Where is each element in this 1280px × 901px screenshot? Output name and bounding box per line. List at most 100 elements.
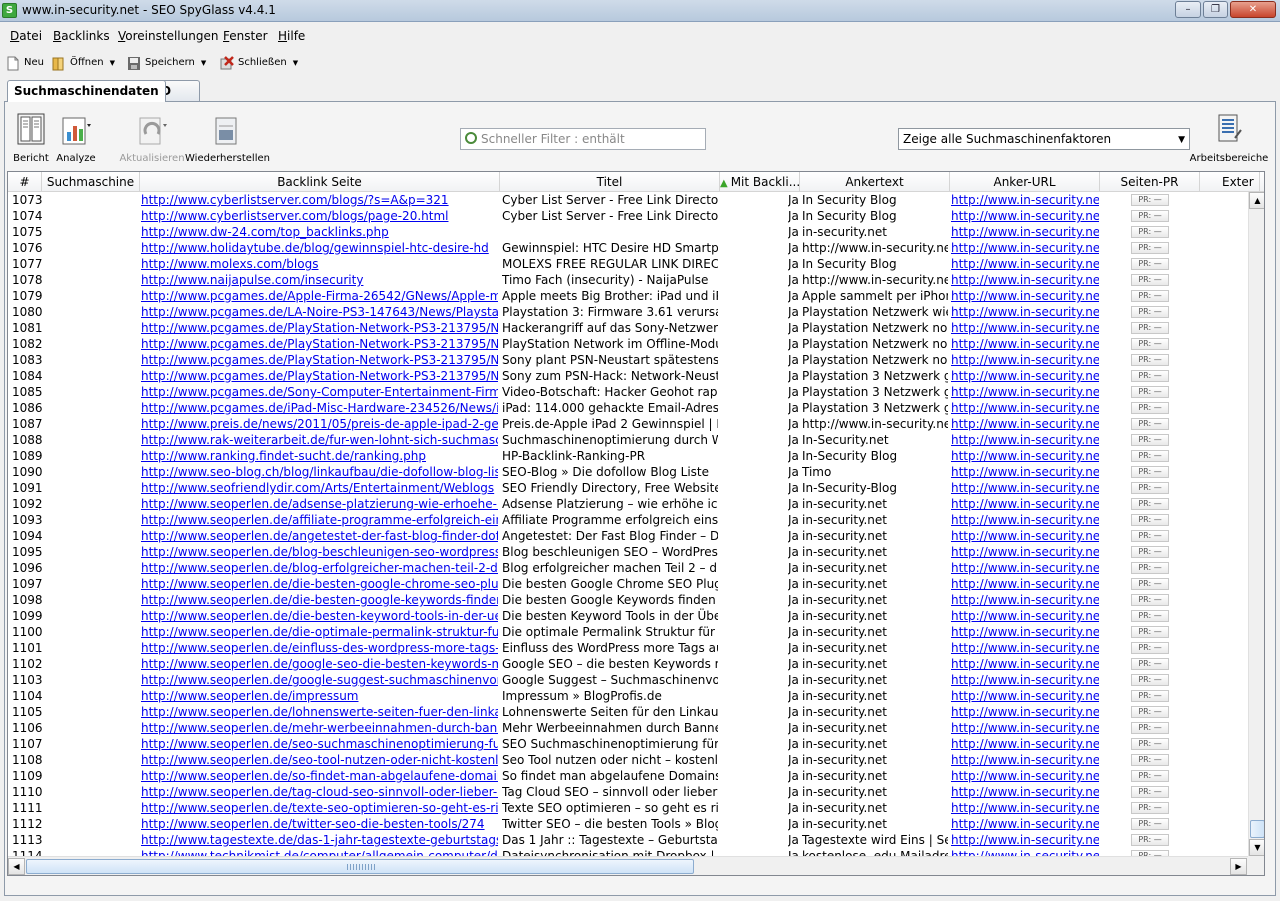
anchor-url-link[interactable]: http://www.in-security.ne... [951,240,1099,256]
scroll-left-icon[interactable]: ◀ [8,858,25,875]
table-row[interactable]: 1095 http://www.seoperlen.de/blog-beschle… [8,544,1248,560]
anchor-url-link[interactable]: http://www.in-security.ne... [951,368,1099,384]
table-row[interactable]: 1081 http://www.pcgames.de/PlayStation-Ne… [8,320,1248,336]
anchor-url-link[interactable]: http://www.in-security.net/ [951,624,1099,640]
backlink-page-link[interactable]: http://www.pcgames.de/iPad-Misc-Hardware… [141,400,498,416]
tab-suchmaschinendaten[interactable]: Suchmaschinendaten [7,80,166,102]
backlink-page-link[interactable]: http://www.molexs.com/blogs [141,256,498,272]
table-row[interactable]: 1093 http://www.seoperlen.de/affiliate-pr… [8,512,1248,528]
anchor-url-link[interactable]: http://www.in-security.ne... [951,336,1099,352]
anchor-url-link[interactable]: http://www.in-security.net/ [951,256,1099,272]
backlink-page-link[interactable]: http://www.dw-24.com/top_backlinks.php [141,224,498,240]
anchor-url-link[interactable]: http://www.in-security.net/ [951,464,1099,480]
anchor-url-link[interactable]: http://www.in-security.net/ [951,704,1099,720]
anchor-url-link[interactable]: http://www.in-security.net/ [951,640,1099,656]
backlink-page-link[interactable]: http://www.seoperlen.de/seo-tool-nutzen-… [141,752,498,768]
backlink-page-link[interactable]: http://www.seoperlen.de/google-suggest-s… [141,672,498,688]
backlink-page-link[interactable]: http://www.seoperlen.de/seo-suchmaschine… [141,736,498,752]
table-row[interactable]: 1090 http://www.seo-blog.ch/blog/linkaufb… [8,464,1248,480]
anchor-url-link[interactable]: http://www.in-security.ne... [951,832,1099,848]
anchor-url-link[interactable]: http://www.in-security.net/ [951,656,1099,672]
table-row[interactable]: 1078 http://www.naijapulse.com/insecurity… [8,272,1248,288]
menu-backlinks[interactable]: Backlinks [53,29,110,43]
col-header-page-pr[interactable]: Seiten-PR [1100,172,1200,192]
table-row[interactable]: 1082 http://www.pcgames.de/PlayStation-Ne… [8,336,1248,352]
anchor-url-link[interactable]: http://www.in-security.net/ [951,800,1099,816]
backlink-page-link[interactable]: http://www.rak-weiterarbeit.de/fur-wen-l… [141,432,498,448]
anchor-url-link[interactable]: http://www.in-security.net/ [951,672,1099,688]
anchor-url-link[interactable]: http://www.in-security.net/ [951,432,1099,448]
table-row[interactable]: 1104 http://www.seoperlen.de/impressum Imp… [8,688,1248,704]
table-row[interactable]: 1097 http://www.seoperlen.de/die-besten-g… [8,576,1248,592]
anchor-url-link[interactable]: http://www.in-security.net/ [951,752,1099,768]
horizontal-scroll-thumb[interactable] [26,859,694,874]
anchor-url-link[interactable]: http://www.in-security.net/ [951,544,1099,560]
scroll-up-icon[interactable]: ▲ [1249,192,1264,209]
table-row[interactable]: 1091 http://www.seofriendlydir.com/Arts/E… [8,480,1248,496]
table-row[interactable]: 1112 http://www.seoperlen.de/twitter-seo-… [8,816,1248,832]
table-row[interactable]: 1108 http://www.seoperlen.de/seo-tool-nut… [8,752,1248,768]
table-row[interactable]: 1075 http://www.dw-24.com/top_backlinks.p… [8,224,1248,240]
backlink-page-link[interactable]: http://www.seoperlen.de/tag-cloud-seo-si… [141,784,498,800]
table-row[interactable]: 1080 http://www.pcgames.de/LA-Noire-PS3-1… [8,304,1248,320]
anchor-url-link[interactable]: http://www.in-security.net/ [951,768,1099,784]
col-header-external[interactable]: Exter [1200,172,1260,192]
anchor-url-link[interactable]: http://www.in-security.net/ [951,560,1099,576]
anchor-url-link[interactable]: http://www.in-security.ne... [951,416,1099,432]
close-project-button[interactable]: Schließen ▼ [220,54,298,72]
anchor-url-link[interactable]: http://www.in-security.ne... [951,288,1099,304]
backlink-page-link[interactable]: http://www.pcgames.de/Sony-Computer-Ente… [141,384,498,400]
backlink-page-link[interactable]: http://www.seoperlen.de/blog-erfolgreich… [141,560,498,576]
backlink-page-link[interactable]: http://www.pcgames.de/Apple-Firma-26542/… [141,288,498,304]
col-header-title[interactable]: Titel [500,172,720,192]
anchor-url-link[interactable]: http://www.in-security.net/ [951,224,1099,240]
anchor-url-link[interactable]: http://www.in-security.net/ [951,576,1099,592]
anchor-url-link[interactable]: http://www.in-security.net/ [951,720,1099,736]
scroll-right-icon[interactable]: ▶ [1230,858,1247,875]
menu-fenster[interactable]: Fenster [223,29,268,43]
analyze-button[interactable]: Analyze [53,112,99,164]
backlink-page-link[interactable]: http://www.seoperlen.de/lohnenswerte-sei… [141,704,498,720]
backlink-page-link[interactable]: http://www.pcgames.de/PlayStation-Networ… [141,320,498,336]
table-row[interactable]: 1096 http://www.seoperlen.de/blog-erfolgr… [8,560,1248,576]
backlink-page-link[interactable]: http://www.pcgames.de/PlayStation-Networ… [141,368,498,384]
table-row[interactable]: 1086 http://www.pcgames.de/iPad-Misc-Hard… [8,400,1248,416]
table-row[interactable]: 1074 http://www.cyberlistserver.com/blogs… [8,208,1248,224]
col-header-anchor-text[interactable]: Ankertext [800,172,950,192]
table-row[interactable]: 1094 http://www.seoperlen.de/angetestet-d… [8,528,1248,544]
table-row[interactable]: 1114 http://www.technikmist.de/computer/a… [8,848,1248,856]
new-button[interactable]: Neu [6,54,44,72]
table-row[interactable]: 1084 http://www.pcgames.de/PlayStation-Ne… [8,368,1248,384]
restore-button[interactable]: ❐ [1203,1,1228,18]
backlink-page-link[interactable]: http://www.technikmist.de/computer/allge… [141,848,498,856]
anchor-url-link[interactable]: http://www.in-security.net/ [951,528,1099,544]
backlink-page-link[interactable]: http://www.tagestexte.de/das-1-jahr-tage… [141,832,498,848]
backlink-page-link[interactable]: http://www.seoperlen.de/so-findet-man-ab… [141,768,498,784]
backlink-page-link[interactable]: http://www.cyberlistserver.com/blogs/pag… [141,208,498,224]
table-row[interactable]: 1077 http://www.molexs.com/blogs MOLEXS FR… [8,256,1248,272]
backlink-page-link[interactable]: http://www.seo-blog.ch/blog/linkaufbau/d… [141,464,498,480]
table-row[interactable]: 1101 http://www.seoperlen.de/einfluss-des… [8,640,1248,656]
menu-hilfe[interactable]: Hilfe [278,29,305,43]
table-row[interactable]: 1089 http://www.ranking.findet-sucht.de/r… [8,448,1248,464]
menu-voreinstellungen[interactable]: Voreinstellungen [118,29,218,43]
workspaces-button[interactable]: Arbeitsbereiche [1189,112,1269,164]
save-button[interactable]: Speichern ▼ [127,54,206,72]
backlink-page-link[interactable]: http://www.seoperlen.de/die-optimale-per… [141,624,498,640]
anchor-url-link[interactable]: http://www.in-security.net/ [951,448,1099,464]
open-button[interactable]: Öffnen ▼ [52,54,115,72]
table-row[interactable]: 1106 http://www.seoperlen.de/mehr-werbeei… [8,720,1248,736]
col-header-anchor-url[interactable]: Anker-URL [950,172,1100,192]
backlink-page-link[interactable]: http://www.seoperlen.de/twitter-seo-die-… [141,816,498,832]
col-header-backlink-page[interactable]: Backlink Seite [140,172,500,192]
table-row[interactable]: 1099 http://www.seoperlen.de/die-besten-k… [8,608,1248,624]
anchor-url-link[interactable]: http://www.in-security.net/ [951,784,1099,800]
restore-data-button[interactable]: Wiederherstellen [185,112,270,164]
table-row[interactable]: 1107 http://www.seoperlen.de/seo-suchmasc… [8,736,1248,752]
table-row[interactable]: 1110 http://www.seoperlen.de/tag-cloud-se… [8,784,1248,800]
report-button[interactable]: Bericht [11,112,51,164]
minimize-button[interactable]: – [1175,1,1201,18]
backlink-page-link[interactable]: http://www.cyberlistserver.com/blogs/?s=… [141,192,498,208]
backlink-page-link[interactable]: http://www.seoperlen.de/die-besten-googl… [141,576,498,592]
horizontal-scrollbar[interactable]: ◀ ▶ [8,856,1248,875]
